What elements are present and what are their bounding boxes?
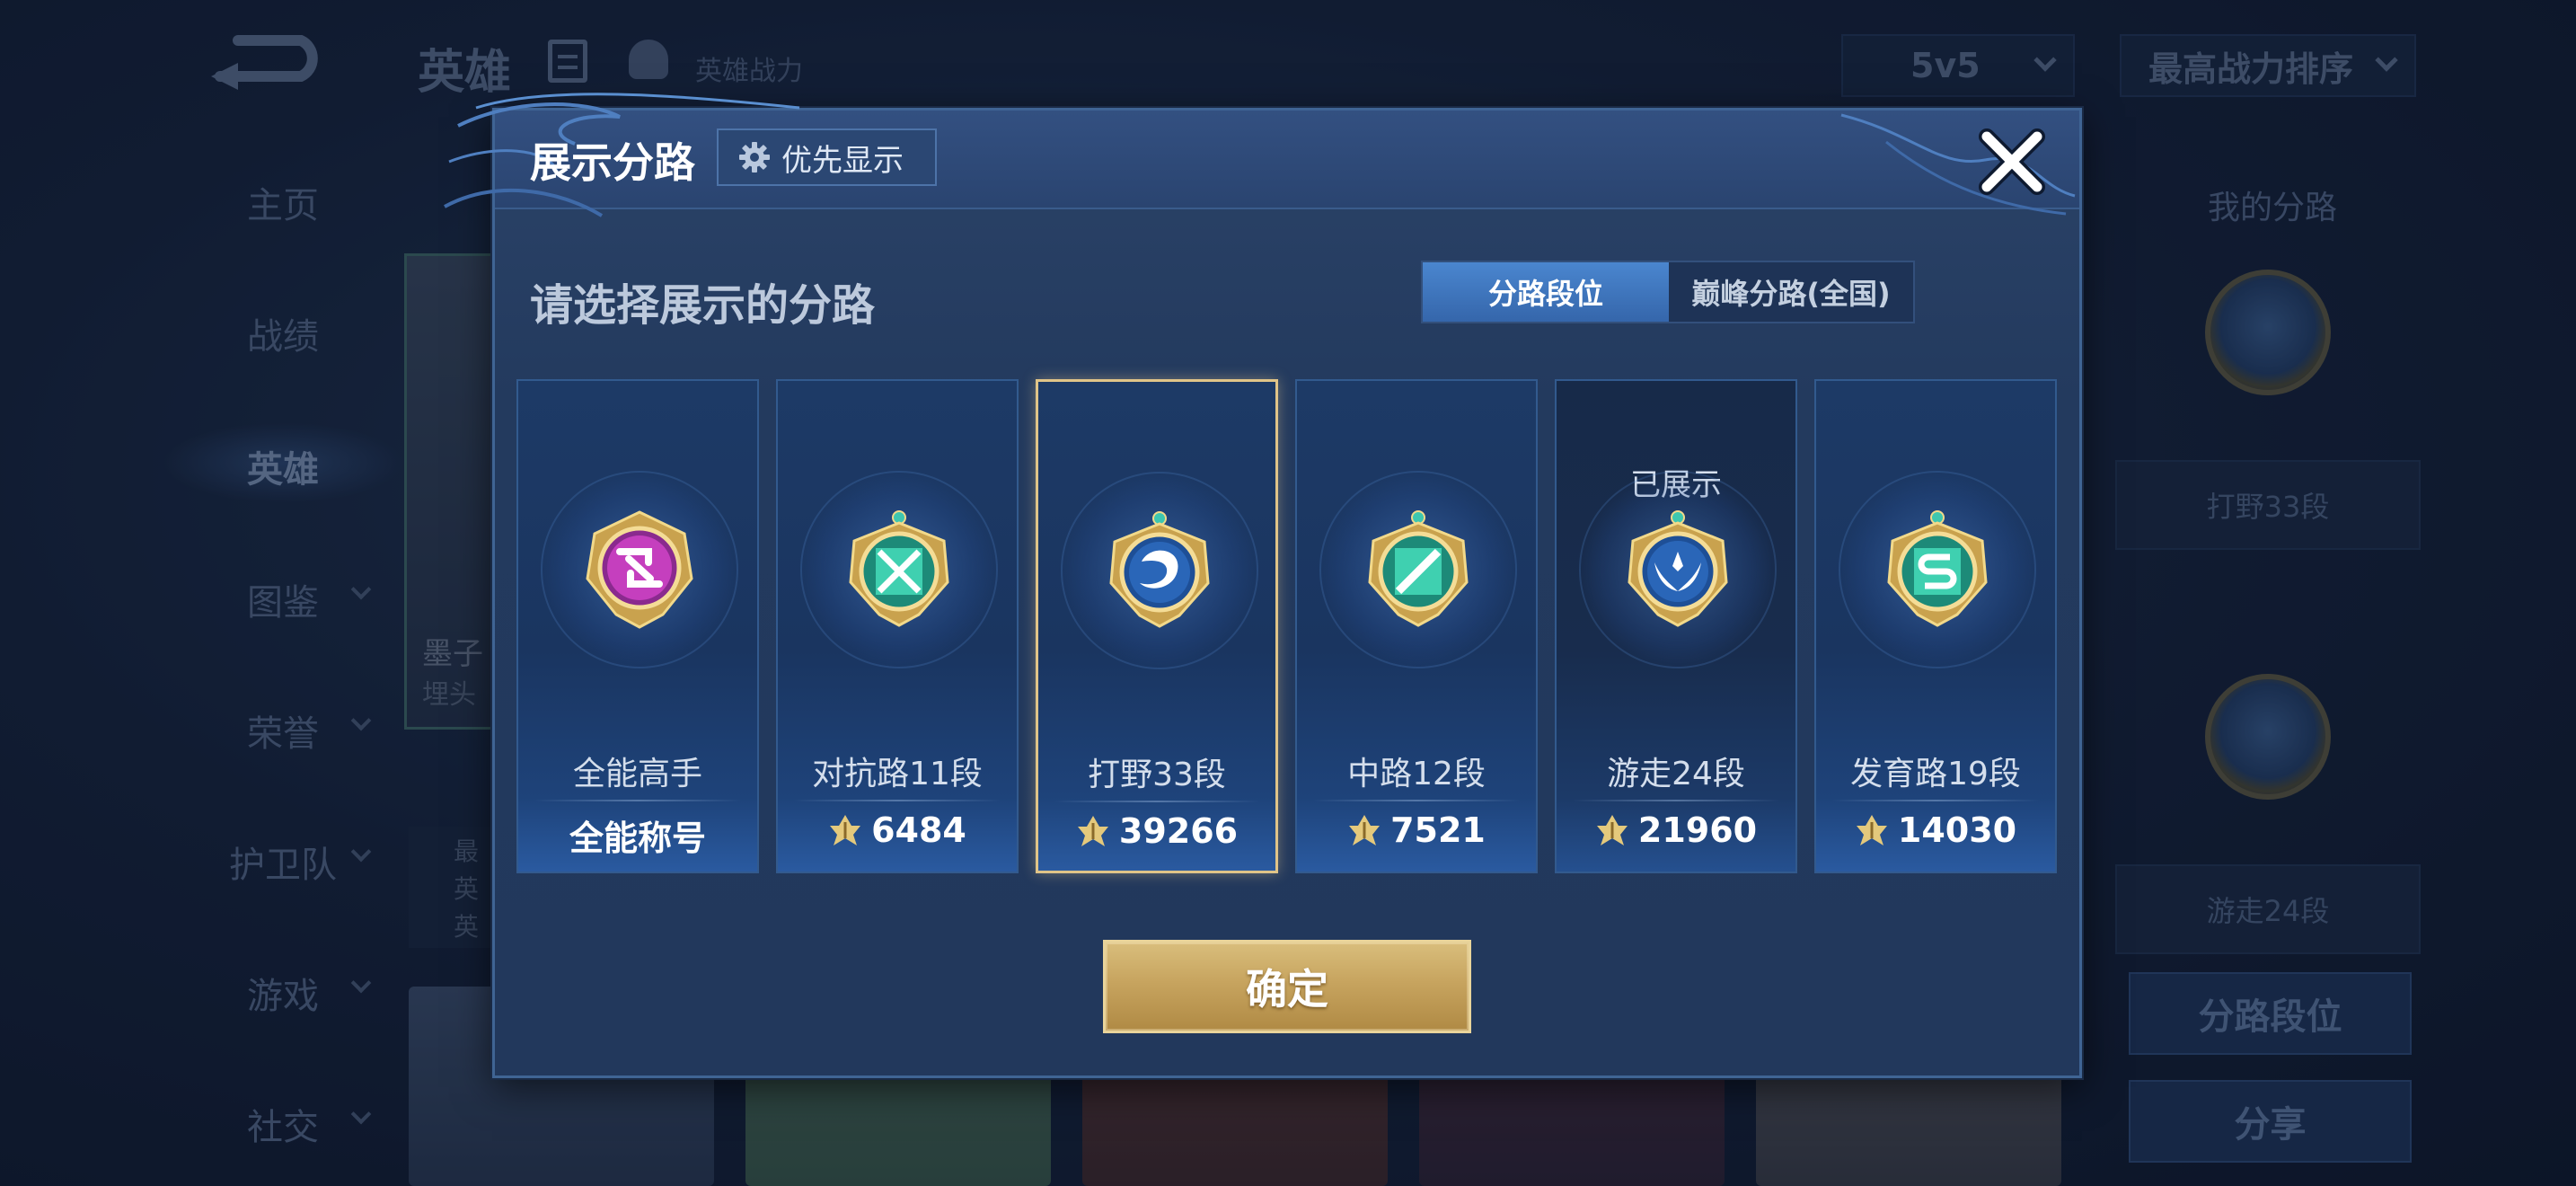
lane-card-mid[interactable]: 中路12段 7521 bbox=[1295, 379, 1538, 873]
confirm-button[interactable]: 确定 bbox=[1103, 940, 1471, 1033]
divider bbox=[1832, 800, 2039, 801]
lane-card-roam[interactable]: 已展示 游走24段 21960 bbox=[1555, 379, 1797, 873]
lane-tab-switcher: 分路段位 巅峰分路(全国) bbox=[1421, 261, 1915, 323]
lane-card-clash[interactable]: 对抗路11段 6484 bbox=[776, 379, 1019, 873]
lane-value: 14030 bbox=[1816, 810, 2055, 850]
power-icon bbox=[1856, 815, 1887, 845]
lane-card-all-round[interactable]: 全能高手 全能称号 bbox=[516, 379, 759, 873]
gear-icon bbox=[739, 142, 770, 173]
power-icon bbox=[1077, 816, 1108, 846]
dialog-title: 展示分路 bbox=[530, 138, 695, 187]
tab-peak-lane[interactable]: 巅峰分路(全国) bbox=[1669, 262, 1913, 322]
lane-card-jungle[interactable]: 打野33段 39266 bbox=[1036, 379, 1278, 873]
lane-value: 21960 bbox=[1557, 810, 1795, 850]
lane-card-farm[interactable]: 发育路19段 14030 bbox=[1814, 379, 2057, 873]
lane-name: 游走24段 bbox=[1607, 756, 1745, 792]
roam-emblem-icon bbox=[1628, 510, 1728, 627]
power-icon bbox=[830, 815, 861, 845]
lane-value-text: 全能称号 bbox=[569, 819, 706, 858]
divider bbox=[534, 800, 741, 801]
mid-lane-emblem-icon bbox=[1368, 510, 1469, 627]
lane-name: 中路12段 bbox=[1347, 756, 1486, 792]
divider bbox=[1313, 800, 1520, 801]
divider bbox=[794, 800, 1001, 801]
lane-value: 39266 bbox=[1038, 811, 1275, 851]
farm-lane-emblem-icon bbox=[1887, 510, 1988, 627]
lane-name: 打野33段 bbox=[1088, 757, 1226, 793]
clash-lane-emblem-icon bbox=[849, 510, 949, 627]
lane-name: 对抗路11段 bbox=[812, 756, 983, 792]
lane-value-text: 6484 bbox=[871, 810, 966, 850]
lane-value-text: 39266 bbox=[1118, 811, 1239, 851]
priority-display-button[interactable]: 优先显示 bbox=[717, 128, 937, 186]
power-icon bbox=[1596, 815, 1628, 845]
dialog-subtitle: 请选择展示的分路 bbox=[530, 280, 876, 331]
lane-value: 全能称号 bbox=[518, 810, 757, 860]
lane-value-text: 14030 bbox=[1897, 810, 2017, 850]
divider bbox=[1573, 800, 1779, 801]
lane-value: 6484 bbox=[778, 810, 1017, 850]
lane-value-text: 7521 bbox=[1390, 810, 1486, 850]
priority-display-label: 优先显示 bbox=[781, 142, 904, 179]
all-round-emblem-icon bbox=[586, 510, 693, 629]
lane-value: 7521 bbox=[1297, 810, 1536, 850]
jungle-emblem-icon bbox=[1109, 511, 1210, 628]
power-icon bbox=[1349, 815, 1381, 845]
lane-value-text: 21960 bbox=[1637, 810, 1758, 850]
close-icon[interactable] bbox=[1976, 126, 2048, 198]
lane-name: 发育路19段 bbox=[1850, 756, 2021, 792]
lane-name: 全能高手 bbox=[572, 756, 702, 792]
tab-lane-rank[interactable]: 分路段位 bbox=[1423, 262, 1669, 322]
divider bbox=[1054, 801, 1259, 802]
